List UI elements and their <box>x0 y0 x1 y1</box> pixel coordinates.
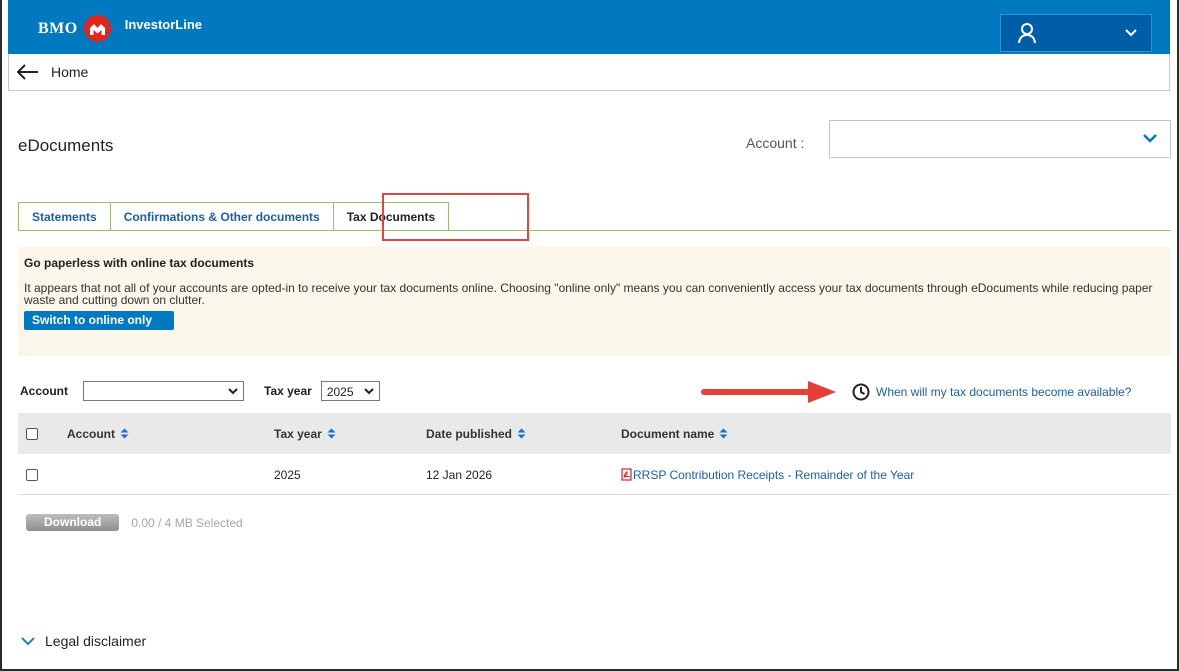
filter-row: Account Tax year 2025 <box>20 380 380 402</box>
checkbox[interactable] <box>26 427 38 440</box>
sort-icon <box>120 428 129 439</box>
column-header-label: Tax year <box>274 426 322 441</box>
sort-icon <box>327 428 336 439</box>
chevron-down-icon <box>364 388 374 395</box>
table-header: Account Tax year Date published Document… <box>18 413 1171 454</box>
page-title: eDocuments <box>18 136 114 155</box>
document-link-text[interactable]: RRSP Contribution Receipts - Remainder o… <box>633 468 914 482</box>
cell-document-name: RRSP Contribution Receipts - Remainder o… <box>621 454 914 495</box>
column-header-document-name[interactable]: Document name <box>621 413 728 454</box>
top-bar: BMO InvestorLine <box>8 0 1170 54</box>
bmo-logo-icon <box>83 15 111 42</box>
availability-link-text[interactable]: When will my tax documents become availa… <box>876 385 1131 399</box>
tax-year-select[interactable]: 2025 <box>320 381 380 401</box>
home-link[interactable]: Home <box>51 64 88 80</box>
user-icon <box>1018 23 1036 44</box>
annotation-arrow-icon <box>701 381 836 403</box>
account-filter-select[interactable] <box>83 381 244 401</box>
column-header-account[interactable]: Account <box>67 413 129 454</box>
document-link[interactable]: RRSP Contribution Receipts - Remainder o… <box>621 468 914 482</box>
chevron-down-icon <box>1125 29 1137 37</box>
column-header-tax-year[interactable]: Tax year <box>274 413 336 454</box>
banner-title: Go paperless with online tax documents <box>24 256 255 270</box>
paperless-banner: Go paperless with online tax documents I… <box>18 247 1171 356</box>
switch-online-button[interactable]: Switch to online only <box>24 311 174 330</box>
product-name: InvestorLine <box>124 17 203 32</box>
table-row: 2025 12 Jan 2026 RRSP Contribution Recei… <box>18 454 1171 495</box>
availability-link[interactable]: When will my tax documents become availa… <box>852 383 1131 401</box>
tax-year-value: 2025 <box>326 385 354 399</box>
brand-name: BMO <box>38 19 78 37</box>
sort-icon <box>517 428 526 439</box>
select-all-checkbox[interactable] <box>26 413 38 454</box>
tab-statements[interactable]: Statements <box>18 202 111 231</box>
clock-icon <box>852 383 870 401</box>
tax-year-label: Tax year <box>264 384 312 398</box>
checkbox[interactable] <box>26 468 38 481</box>
chevron-down-icon <box>21 636 35 645</box>
account-label: Account : <box>746 135 805 151</box>
sort-icon <box>719 428 728 439</box>
tab-confirmations[interactable]: Confirmations & Other documents <box>110 202 334 231</box>
download-button[interactable]: Download <box>26 514 120 531</box>
chevron-down-icon <box>1143 134 1157 143</box>
user-menu[interactable] <box>1000 14 1152 52</box>
account-filter-label: Account <box>20 384 68 398</box>
row-checkbox[interactable] <box>26 454 38 495</box>
back-arrow-icon[interactable] <box>17 64 39 80</box>
column-header-label: Document name <box>621 426 715 441</box>
column-header-label: Date published <box>426 426 513 441</box>
column-header-label: Account <box>67 426 115 441</box>
download-row: Download 0.00 / 4 MB Selected <box>26 514 243 531</box>
cell-date-published: 12 Jan 2026 <box>426 467 493 482</box>
column-header-date-published[interactable]: Date published <box>426 413 526 454</box>
annotation-highlight-box <box>382 193 529 241</box>
banner-text: It appears that not all of your accounts… <box>24 281 1153 307</box>
account-dropdown[interactable] <box>829 120 1171 158</box>
home-nav[interactable]: Home <box>8 54 1170 91</box>
tab-underline <box>18 230 1171 231</box>
chevron-down-icon <box>228 388 238 395</box>
pdf-icon <box>621 468 632 481</box>
selected-size: 0.00 / 4 MB Selected <box>131 515 243 530</box>
cell-tax-year: 2025 <box>274 467 301 482</box>
legal-disclaimer-toggle[interactable]: Legal disclaimer <box>21 633 146 649</box>
brand[interactable]: BMO InvestorLine <box>38 15 202 42</box>
legal-disclaimer-label[interactable]: Legal disclaimer <box>45 633 146 649</box>
